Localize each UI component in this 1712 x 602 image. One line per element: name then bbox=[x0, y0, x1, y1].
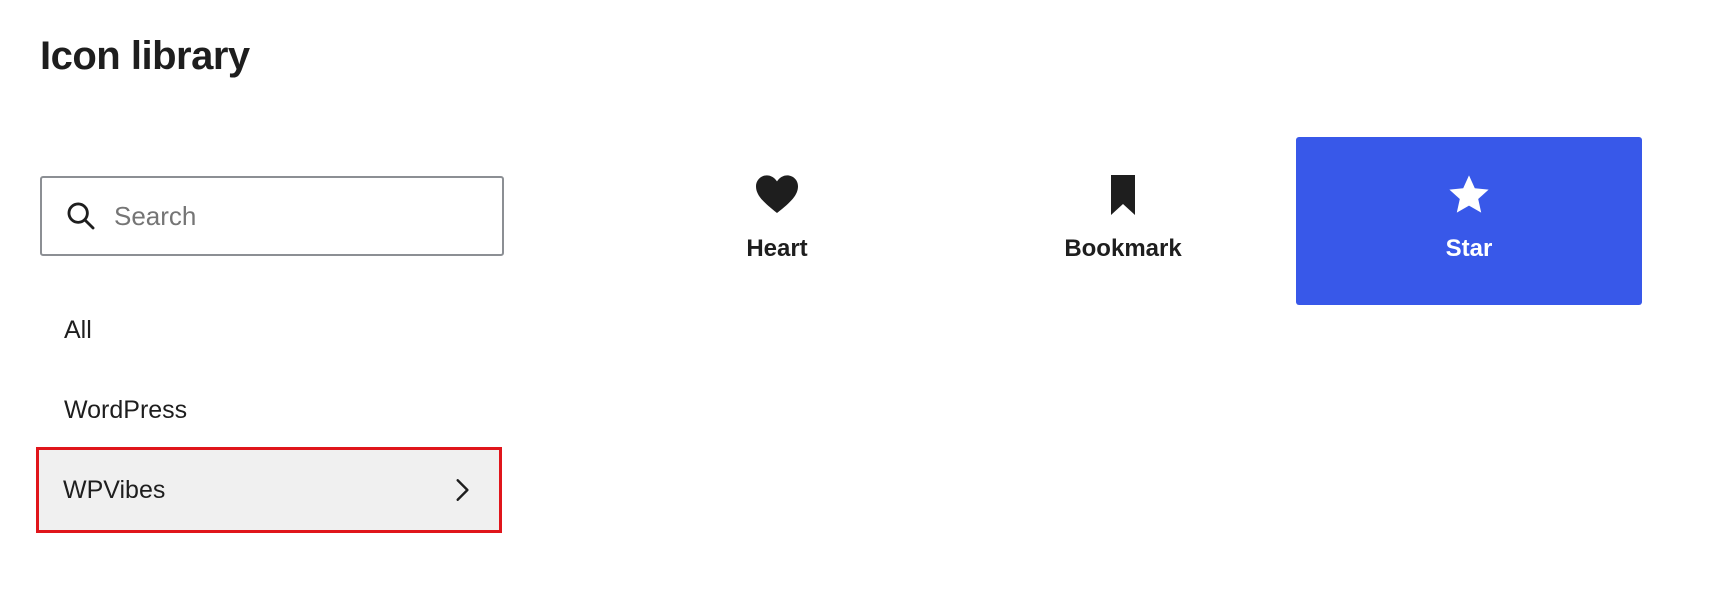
category-label: WPVibes bbox=[63, 475, 166, 504]
search-input[interactable] bbox=[114, 200, 474, 232]
icon-label: Heart bbox=[746, 235, 808, 262]
category-label: WordPress bbox=[64, 395, 188, 424]
heart-icon bbox=[756, 175, 798, 213]
category-label: All bbox=[64, 315, 92, 344]
icon-tile-heart[interactable]: Heart bbox=[604, 137, 950, 305]
icon-label: Star bbox=[1445, 235, 1493, 262]
category-item-wpvibes[interactable]: WPVibes bbox=[36, 447, 502, 533]
category-list: All WordPress WPVibes bbox=[36, 290, 504, 533]
icon-grid: Heart Bookmark Star bbox=[604, 137, 1642, 305]
icon-library-panel: Icon library All WordPress WPVibes Heart bbox=[0, 0, 1712, 602]
search-box[interactable] bbox=[40, 176, 504, 256]
chevron-right-icon bbox=[456, 479, 469, 501]
category-item-wordpress[interactable]: WordPress bbox=[40, 370, 504, 450]
star-icon bbox=[1449, 175, 1489, 213]
page-title: Icon library bbox=[40, 34, 250, 78]
bookmark-icon bbox=[1111, 175, 1135, 215]
category-item-all[interactable]: All bbox=[40, 290, 504, 370]
icon-tile-bookmark[interactable]: Bookmark bbox=[950, 137, 1296, 305]
search-icon bbox=[67, 202, 95, 230]
icon-tile-star[interactable]: Star bbox=[1296, 137, 1642, 305]
icon-label: Bookmark bbox=[1064, 235, 1182, 262]
